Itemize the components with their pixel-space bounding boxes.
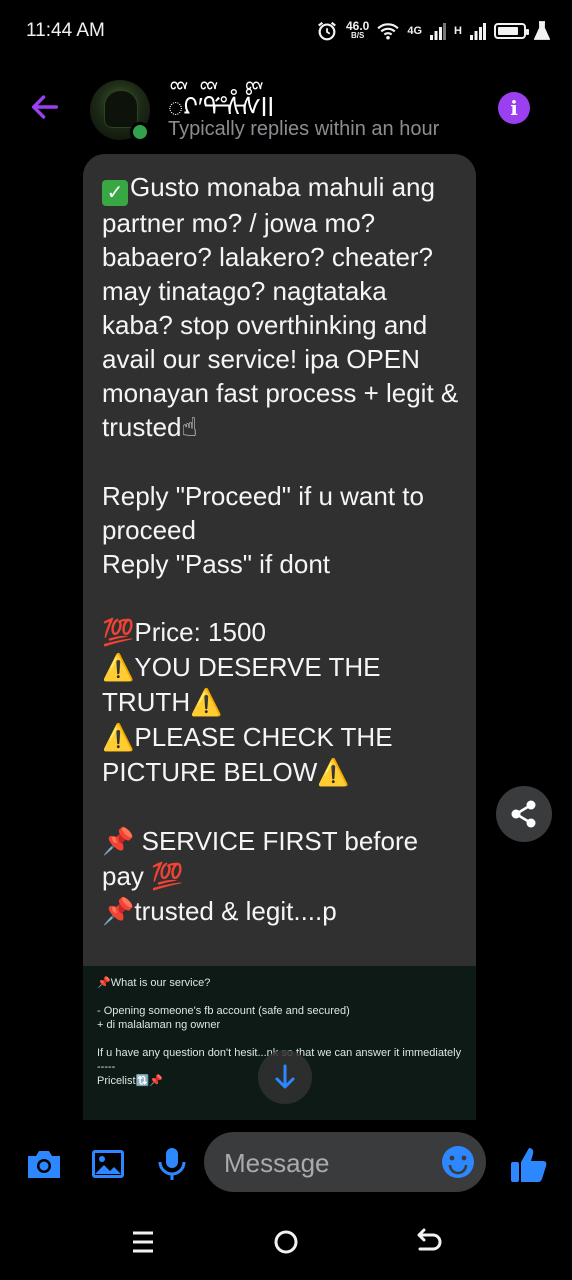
camera-icon[interactable] [24,1144,64,1184]
warning-icon: ⚠️ [190,688,223,718]
message-input[interactable] [222,1142,426,1184]
nav-back-icon[interactable] [410,1224,446,1260]
message-bubble[interactable]: ✓ Gusto monaba mahuli ang partner mo? / j… [83,154,476,1120]
battery-icon [494,23,529,39]
home-icon[interactable] [268,1224,304,1260]
preview-line: - Opening someone's fb account (safe and… [97,1005,350,1017]
signal-icon [430,23,447,40]
speed-value: 46.0 [346,19,370,33]
finger-icon: ☝ [181,413,198,443]
deserve-truth-line: YOU DESERVE THE TRUTH [102,652,388,717]
network-speed: 46.0 B/S [346,19,370,41]
back-arrow-icon[interactable] [28,90,62,124]
scroll-down-button[interactable] [258,1050,312,1104]
warning-icon: ⚠️ [102,653,135,683]
reply-proceed-line: Reply "Proceed" if u want to proceed [102,481,432,545]
status-bar: 11:44 AM 46.0 B/S 4G H [0,0,572,60]
pin-icon: 📌 [102,827,135,857]
message-text: ✓ Gusto monaba mahuli ang partner mo? / j… [102,170,462,929]
gallery-icon[interactable] [88,1144,128,1184]
hundred-icon: 💯 [102,618,135,648]
price-line: Price: 1500 [134,617,266,647]
thumbs-up-icon[interactable] [508,1144,550,1186]
chat-header: ᢅᡗᢅ′ᢡᢥᢥᢅll Typically replies within an h… [0,60,572,152]
reply-pass-line: Reply "Pass" if dont [102,549,331,579]
preview-line: 📌What is our service? [97,977,211,989]
hundred-icon: 💯 [151,862,184,892]
check-icon: ✓ [102,180,128,206]
trusted-legit-line: trusted & legit....p [134,896,337,926]
arrow-down-icon [275,1064,295,1089]
composer-bar [0,1126,572,1202]
emoji-icon[interactable] [440,1144,476,1180]
online-indicator [130,122,150,142]
preview-line: ----- [97,1061,116,1073]
image-attachment[interactable]: 📌What is our service? - Opening someone'… [83,966,476,1120]
message-input-container[interactable] [204,1132,486,1192]
alarm-icon [318,21,336,41]
flask-icon [534,21,550,40]
preview-line: Pricelist🔃📌 [97,1075,163,1087]
warning-icon: ⚠️ [102,723,135,753]
system-nav-bar [0,1202,572,1280]
network-type-4g: 4G [407,25,423,37]
share-icon [511,800,536,828]
status-time: 11:44 AM [26,20,105,41]
microphone-icon[interactable] [152,1144,192,1184]
message-paragraph-1: Gusto monaba mahuli ang partner mo? / jo… [102,172,466,442]
share-button[interactable] [496,786,552,842]
network-type-h: H [454,25,462,37]
check-picture-line: PLEASE CHECK THE PICTURE BELOW [102,722,400,787]
signal-icon-2 [470,23,486,40]
wifi-icon [377,23,400,40]
speed-unit: B/S [351,31,365,40]
pin-icon: 📌 [102,897,135,927]
preview-line: + di malalaman ng owner [97,1019,221,1031]
warning-icon: ⚠️ [317,758,350,788]
contact-status: Typically replies within an hour [168,118,440,140]
info-icon[interactable]: i [498,92,530,124]
recents-icon[interactable] [125,1224,161,1260]
status-icons: 46.0 B/S 4G H [316,16,550,46]
